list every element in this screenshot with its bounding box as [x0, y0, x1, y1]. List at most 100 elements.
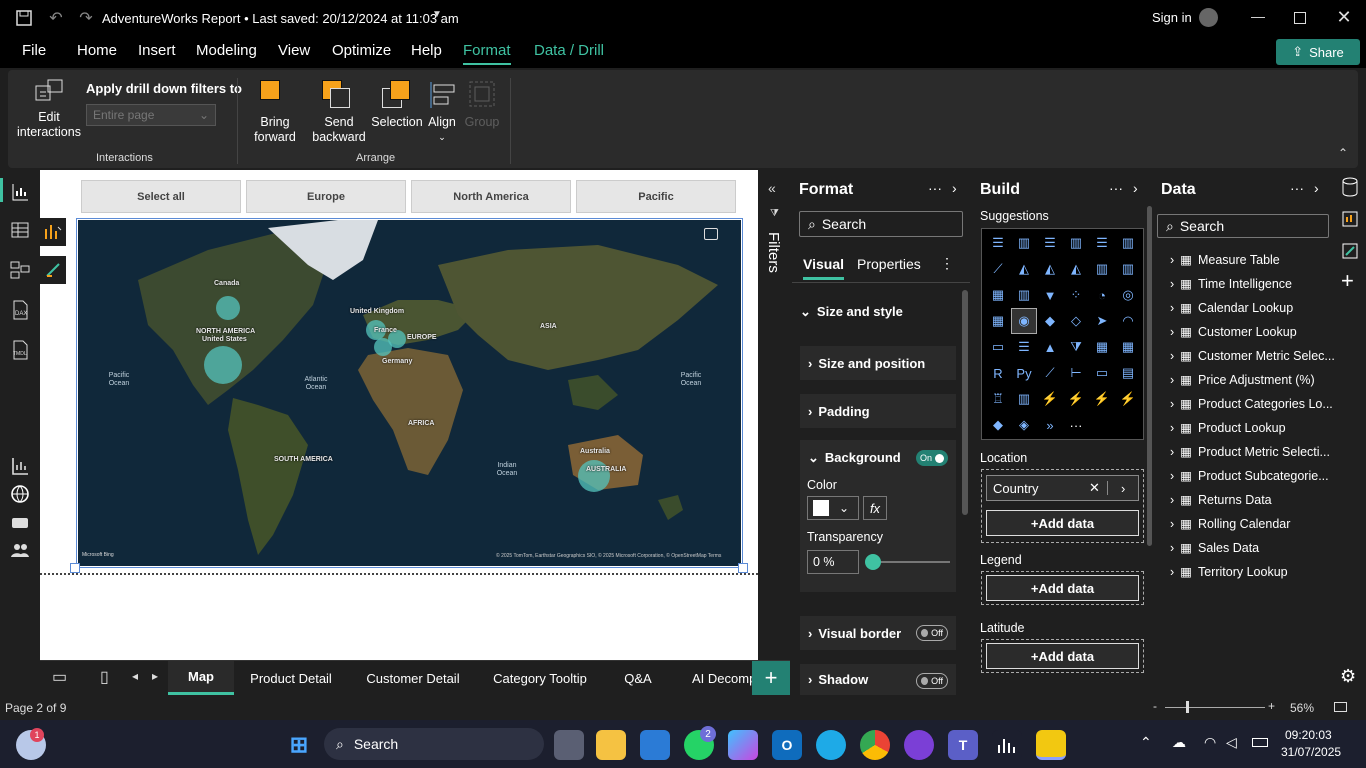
key-influencers-icon[interactable]: ⟋	[1037, 360, 1063, 386]
stacked-area-icon[interactable]: ◭	[1037, 256, 1063, 282]
filled-map-icon[interactable]: ◆	[1037, 308, 1063, 334]
avatar[interactable]	[1199, 8, 1218, 27]
slider-handle[interactable]	[865, 554, 881, 570]
menu-data-drill[interactable]: Data / Drill	[534, 42, 604, 59]
tray-chevron-icon[interactable]: ⌃	[1140, 734, 1152, 751]
paginated-report-icon[interactable]: ▥	[1011, 386, 1037, 412]
custom-visual-icon[interactable]: ◈	[1011, 412, 1037, 438]
r-visual-icon[interactable]: R	[985, 360, 1011, 386]
settings-icon[interactable]: ⚙	[1340, 666, 1356, 687]
slicer-icon[interactable]: ⧩	[1063, 334, 1089, 360]
table-item[interactable]: › ▦ Returns Data	[1170, 492, 1272, 508]
location-add-data-button[interactable]: +Add data	[986, 510, 1139, 536]
menu-home[interactable]: Home	[77, 42, 117, 59]
table-item[interactable]: › ▦ Price Adjustment (%)	[1170, 372, 1315, 388]
undo-icon[interactable]: ↶	[46, 8, 66, 28]
zoom-in-icon[interactable]: +	[1268, 699, 1275, 713]
more-options-icon[interactable]: ···	[1290, 180, 1304, 196]
globe-icon[interactable]	[8, 482, 32, 506]
data-search-input[interactable]: ⌕ Search	[1157, 214, 1329, 238]
save-icon[interactable]	[14, 8, 34, 28]
card-icon[interactable]: ▭	[985, 334, 1011, 360]
table-item[interactable]: › ▦ Product Categories Lo...	[1170, 396, 1333, 412]
table-item[interactable]: › ▦ Territory Lookup	[1170, 564, 1288, 580]
tab-properties[interactable]: Properties	[857, 256, 921, 272]
table-view-icon[interactable]	[8, 218, 32, 242]
slicer-pacific[interactable]: Pacific	[576, 180, 736, 213]
next-page-icon[interactable]: ▸	[152, 669, 158, 683]
background-toggle[interactable]: On	[916, 450, 948, 466]
table-item[interactable]: › ▦ Customer Lookup	[1170, 324, 1297, 340]
area-100-icon[interactable]: ◭	[1063, 256, 1089, 282]
add-page-button[interactable]: +	[752, 661, 790, 695]
map-bubble-australia[interactable]	[578, 460, 610, 492]
add-pane-icon[interactable]: +	[1341, 268, 1354, 294]
qa-icon[interactable]: ▭	[1089, 360, 1115, 386]
volume-icon[interactable]: ◁	[1226, 734, 1237, 751]
size-and-style-header[interactable]: ⌄ Size and style	[800, 304, 903, 320]
scatter-icon[interactable]: ⁘	[1063, 282, 1089, 308]
clustered-bar-icon[interactable]: ☰	[1037, 230, 1063, 256]
slicer-north-america[interactable]: North America	[411, 180, 571, 213]
custom-visual-icon[interactable]: ⚡	[1089, 386, 1115, 412]
edit-interactions-button[interactable]: Edit interactions	[14, 76, 84, 146]
background-header[interactable]: ⌄ Background	[808, 450, 901, 466]
copilot-icon[interactable]	[728, 730, 758, 760]
start-icon[interactable]: ⊞	[284, 730, 314, 760]
menu-modeling[interactable]: Modeling	[196, 42, 257, 59]
redo-icon[interactable]: ↷	[76, 8, 96, 28]
store-icon[interactable]	[640, 730, 670, 760]
teams-app-icon[interactable]: T	[948, 730, 978, 760]
line-clustered-icon[interactable]: ▥	[1115, 256, 1141, 282]
size-position-section[interactable]: › Size and position	[800, 346, 956, 380]
menu-optimize[interactable]: Optimize	[332, 42, 391, 59]
goals-icon[interactable]: ♖	[985, 386, 1011, 412]
format-search-input[interactable]: ⌕ Search	[799, 211, 963, 237]
file-explorer-icon[interactable]	[596, 730, 626, 760]
model-view-icon[interactable]	[8, 258, 32, 282]
kpi-icon[interactable]: ▲	[1037, 334, 1063, 360]
sign-in-link[interactable]: Sign in	[1152, 10, 1192, 25]
wifi-icon[interactable]: ◠	[1204, 734, 1216, 751]
menu-insert[interactable]: Insert	[138, 42, 176, 59]
expand-filters-icon[interactable]: «	[768, 180, 776, 196]
ribbon-chart-icon[interactable]: ▦	[985, 282, 1011, 308]
clustered-column-icon[interactable]: ▥	[1063, 230, 1089, 256]
chevron-right-icon[interactable]: ›	[1121, 481, 1125, 496]
tor-icon[interactable]	[904, 730, 934, 760]
collapse-ribbon-icon[interactable]: ⌃	[1338, 146, 1348, 160]
menu-help[interactable]: Help	[411, 42, 442, 59]
legend-add-data-button[interactable]: +Add data	[986, 575, 1139, 601]
tab-product-detail[interactable]: Product Detail	[238, 661, 344, 695]
outlook-icon[interactable]: O	[772, 730, 802, 760]
resize-handle[interactable]	[70, 563, 80, 573]
table-item[interactable]: › ▦ Sales Data	[1170, 540, 1259, 556]
bring-forward-button[interactable]: Bring forward	[246, 78, 304, 148]
tab-visual[interactable]: Visual	[803, 256, 844, 280]
taskbar-search[interactable]: ⌕ Search	[324, 728, 544, 760]
menu-view[interactable]: View	[278, 42, 310, 59]
map-visual[interactable]: Canada NORTH AMERICA United States Unite…	[78, 220, 741, 566]
scrollbar[interactable]	[1147, 206, 1152, 546]
people-icon[interactable]	[8, 538, 32, 562]
more-options-icon[interactable]: ⋮	[940, 255, 954, 272]
tab-qa[interactable]: Q&A	[614, 661, 662, 695]
table-item[interactable]: › ▦ Rolling Calendar	[1170, 516, 1290, 532]
collapse-pane-icon[interactable]: ›	[1314, 180, 1319, 196]
column-100-icon[interactable]: ▥	[1115, 230, 1141, 256]
minimize-icon[interactable]: —	[1248, 8, 1268, 24]
zoom-out-icon[interactable]: -	[1153, 699, 1157, 713]
prev-page-icon[interactable]: ◂	[132, 669, 138, 683]
collapse-pane-icon[interactable]: ›	[1133, 180, 1138, 196]
teams-icon[interactable]	[8, 510, 32, 534]
shadow-toggle[interactable]: Off	[916, 673, 948, 689]
fx-button[interactable]: fx	[863, 496, 887, 520]
custom-visual-icon[interactable]: ◆	[985, 412, 1011, 438]
build-pane-icon[interactable]	[1340, 208, 1360, 230]
table-item[interactable]: › ▦ Measure Table	[1170, 252, 1280, 268]
funnel-icon[interactable]: ▼	[1037, 282, 1063, 308]
table-item[interactable]: › ▦ Product Metric Selecti...	[1170, 444, 1330, 460]
map-bubble-canada[interactable]	[216, 296, 240, 320]
table-item[interactable]: › ▦ Time Intelligence	[1170, 276, 1292, 292]
tab-category-tooltip[interactable]: Category Tooltip	[480, 661, 600, 695]
